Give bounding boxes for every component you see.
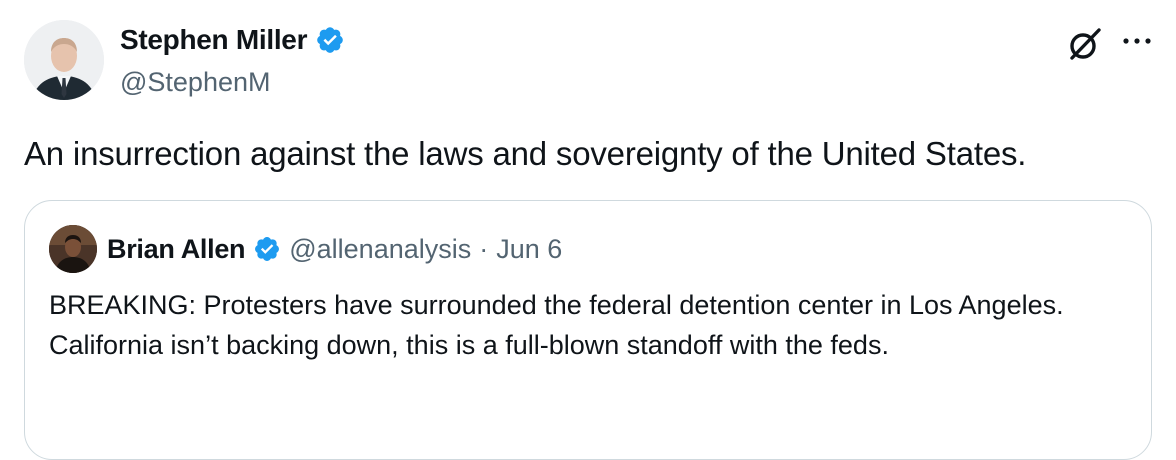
author-display-name[interactable]: Stephen Miller — [120, 20, 345, 60]
grok-icon[interactable] — [1065, 24, 1105, 64]
verified-badge-icon — [315, 25, 345, 55]
more-options-icon[interactable] — [1120, 34, 1154, 48]
author-avatar[interactable] — [24, 20, 104, 100]
quoted-author-handle[interactable]: @allenanalysis — [289, 229, 471, 269]
avatar-photo-icon — [24, 20, 104, 100]
quoted-tweet-text: BREAKING: Protesters have surrounded the… — [49, 290, 1064, 360]
header-separator: · — [479, 234, 489, 264]
tweet-text: An insurrection against the laws and sov… — [24, 135, 1027, 172]
verified-badge-icon — [253, 235, 281, 263]
quoted-author-name[interactable]: Brian Allen — [107, 229, 246, 269]
quoted-tweet-header: Brian Allen @allenanalysis · Jun 6 — [107, 229, 562, 269]
avatar-photo-icon — [49, 225, 97, 273]
author-name-text[interactable]: Stephen Miller — [120, 20, 307, 60]
quoted-tweet-card[interactable]: Brian Allen @allenanalysis · Jun 6 BREAK… — [24, 200, 1152, 460]
quoted-tweet-date[interactable]: Jun 6 — [496, 229, 562, 269]
quoted-author-avatar[interactable] — [49, 225, 97, 273]
author-handle[interactable]: @StephenM — [120, 62, 271, 102]
